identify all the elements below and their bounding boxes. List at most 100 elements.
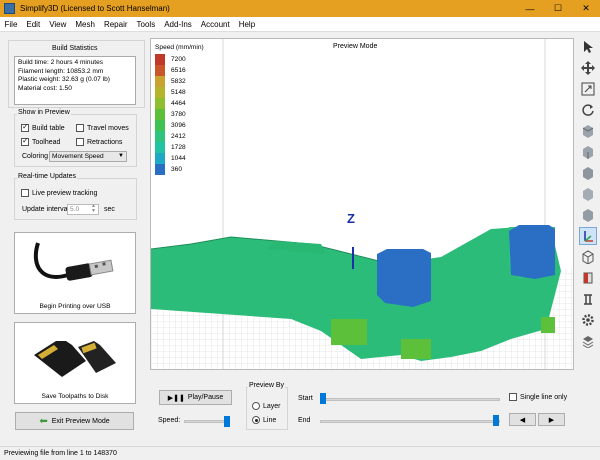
play-pause-button[interactable]: ▶❚❚ Play/Pause <box>159 390 232 405</box>
speed-legend-swatch <box>155 76 165 87</box>
coloring-select[interactable]: Movement Speed ▼ <box>49 151 127 162</box>
speed-legend: Speed (mm/min) 7200 6516 5832 5148 4464 3780 3… <box>155 44 204 175</box>
line-label: Line <box>263 416 277 424</box>
previous-button[interactable]: ◀ <box>509 413 536 426</box>
menu-addins[interactable]: Add-Ins <box>160 20 197 29</box>
speed-legend-entry: 5832 <box>155 76 204 87</box>
speed-legend-value: 3096 <box>171 122 186 129</box>
coloring-label: Coloring <box>22 153 49 160</box>
speed-legend-entry: 5148 <box>155 87 204 98</box>
menu-edit[interactable]: Edit <box>22 20 45 29</box>
speed-legend-value: 5832 <box>171 78 186 85</box>
show-in-preview-heading: Show in Preview <box>17 109 71 116</box>
menu-view[interactable]: View <box>45 20 71 29</box>
speed-legend-entry: 7200 <box>155 54 204 65</box>
speed-slider-thumb[interactable] <box>224 416 230 427</box>
previous-arrow-icon: ◀ <box>519 416 526 424</box>
preview-by-heading: Preview By <box>248 382 286 389</box>
speed-legend-swatch <box>155 120 165 131</box>
minimize-button[interactable]: — <box>516 0 544 17</box>
build-table-label: Build table <box>32 124 65 132</box>
travel-moves-label: Travel moves <box>87 124 129 132</box>
menu-mesh[interactable]: Mesh <box>71 20 100 29</box>
end-slider-thumb[interactable] <box>493 415 499 426</box>
menu-repair[interactable]: Repair <box>99 20 132 29</box>
move-icon[interactable] <box>579 59 597 77</box>
select-cursor-icon[interactable] <box>579 38 597 56</box>
play-pause-label: Play/Pause <box>187 394 224 401</box>
start-slider-thumb[interactable] <box>320 393 326 404</box>
view-right-icon[interactable] <box>579 185 597 203</box>
end-slider-track[interactable] <box>320 420 500 423</box>
support-icon[interactable] <box>579 290 597 308</box>
stat-material-cost: Material cost: 1.50 <box>18 84 72 92</box>
speed-legend-swatch <box>155 65 165 76</box>
speed-legend-swatch <box>155 164 165 175</box>
scale-icon[interactable] <box>579 80 597 98</box>
coloring-value: Movement Speed <box>52 153 104 160</box>
speed-legend-entry: 1044 <box>155 153 204 164</box>
update-interval-input[interactable]: 5.0 ▲ ▼ <box>67 204 99 215</box>
begin-printing-usb-button[interactable]: Begin Printing over USB <box>14 232 136 314</box>
usb-cable-icon <box>33 242 114 281</box>
menu-account[interactable]: Account <box>196 20 234 29</box>
live-preview-tracking-checkbox[interactable]: Live preview tracking <box>21 189 97 197</box>
retractions-checkbox[interactable]: Retractions <box>76 138 122 146</box>
right-toolbar <box>578 36 600 348</box>
speed-legend-value: 1728 <box>171 144 186 151</box>
back-arrow-icon: ⬅ <box>39 415 48 427</box>
axes-icon[interactable] <box>579 227 597 245</box>
speed-legend-entry: 3780 <box>155 109 204 120</box>
speed-legend-entry: 2412 <box>155 131 204 142</box>
close-button[interactable]: ✕ <box>572 0 600 17</box>
section-icon[interactable] <box>579 269 597 287</box>
single-line-only-label: Single line only <box>520 393 568 401</box>
speed-legend-swatch <box>155 109 165 120</box>
speed-legend-swatch <box>155 87 165 98</box>
speed-legend-value: 360 <box>171 166 183 173</box>
menu-file[interactable]: File <box>0 20 22 29</box>
speed-slider-track[interactable] <box>184 420 228 423</box>
build-table-checkbox[interactable]: Build table <box>21 122 65 132</box>
maximize-button[interactable]: ☐ <box>544 0 572 17</box>
layer-label: Layer <box>263 402 281 410</box>
speed-legend-entry: 4464 <box>155 98 204 109</box>
exit-preview-mode-button[interactable]: ⬅ Exit Preview Mode <box>15 412 134 430</box>
view-iso-icon[interactable] <box>579 206 597 224</box>
speed-legend-entry: 1728 <box>155 142 204 153</box>
speed-legend-entry: 3096 <box>155 120 204 131</box>
view-front-icon[interactable] <box>579 122 597 140</box>
sd-card-icon <box>34 341 116 377</box>
wireframe-icon[interactable] <box>579 248 597 266</box>
exit-preview-label: Exit Preview Mode <box>51 417 110 425</box>
stat-filament-length: Filament length: 10853.2 mm <box>18 67 104 75</box>
travel-moves-checkbox[interactable]: Travel moves <box>76 124 129 132</box>
view-left-icon[interactable] <box>579 164 597 182</box>
view-top-icon[interactable] <box>579 143 597 161</box>
live-preview-tracking-label: Live preview tracking <box>32 189 98 197</box>
preview-by-line-radio[interactable]: Line <box>252 416 276 424</box>
settings-gear-icon[interactable] <box>579 311 597 329</box>
play-pause-icon: ▶❚❚ <box>167 394 185 402</box>
status-text: Previewing file from line 1 to 148370 <box>4 450 117 457</box>
rotate-icon[interactable] <box>579 101 597 119</box>
layers-icon[interactable] <box>579 332 597 350</box>
next-button[interactable]: ▶ <box>538 413 565 426</box>
single-line-only-checkbox[interactable]: Single line only <box>509 393 567 401</box>
update-interval-label: Update interval <box>22 206 70 213</box>
speed-legend-value: 1044 <box>171 155 186 162</box>
speed-legend-value: 7200 <box>171 56 186 63</box>
menu-help[interactable]: Help <box>234 20 259 29</box>
speed-legend-entry: 360 <box>155 164 204 175</box>
preview-viewport[interactable]: Preview Mode Z <box>150 38 574 370</box>
start-slider-track[interactable] <box>320 398 500 401</box>
start-label: Start <box>298 395 313 402</box>
preview-by-layer-radio[interactable]: Layer <box>252 402 281 410</box>
menu-tools[interactable]: Tools <box>132 20 160 29</box>
toolhead-checkbox[interactable]: Toolhead <box>21 136 60 146</box>
stat-build-time: Build time: 2 hours 4 minutes <box>18 59 104 66</box>
save-toolpaths-disk-button[interactable]: Save Toolpaths to Disk <box>14 322 136 404</box>
retractions-label: Retractions <box>87 138 123 146</box>
realtime-updates-heading: Real-time Updates <box>17 173 77 180</box>
disk-button-label: Save Toolpaths to Disk <box>41 393 109 400</box>
